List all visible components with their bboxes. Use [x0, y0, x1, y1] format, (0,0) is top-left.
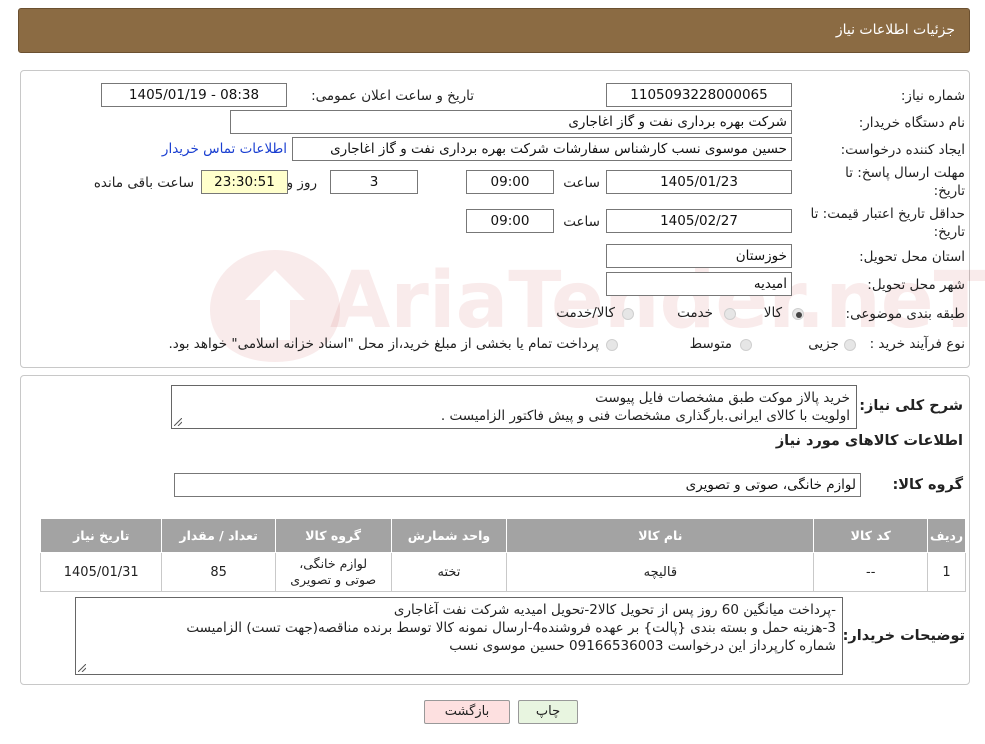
validity-date-field: 1405/02/27 [606, 209, 792, 233]
cell-qty: 85 [161, 552, 276, 592]
category-option-goods: کالا [763, 305, 782, 321]
table-row: 1 -- قالیچه تخته لوازم خانگی، صوتی و تصو… [39, 552, 966, 592]
category-radio-goods[interactable] [792, 308, 804, 320]
city-label: شهر محل تحویل: [867, 277, 965, 293]
province-label: استان محل تحویل: [859, 249, 965, 265]
announce-label: تاریخ و ساعت اعلان عمومی: [311, 88, 474, 104]
goods-group-field: لوازم خانگی، صوتی و تصویری [174, 473, 861, 497]
process-type-label: نوع فرآیند خرید : [869, 336, 965, 352]
goods-table: ردیف کد کالا نام کالا واحد شمارش گروه کا… [39, 518, 966, 592]
process-option-medium: متوسط [689, 336, 732, 352]
col-group: گروه کالا [274, 518, 392, 553]
city-field: امیدیه [606, 272, 792, 296]
cell-group: لوازم خانگی، صوتی و تصویری [274, 552, 392, 592]
need-description-line-1: خرید پالاز موکت طبق مشخصات فایل پیوست [595, 390, 850, 406]
category-option-goods-service: کالا/خدمت [556, 305, 615, 321]
buyer-notes-line-2: 3-هزینه حمل و بسته بندی {پالت} بر عهده ف… [186, 620, 836, 636]
process-option-minor: جزیی [808, 336, 839, 352]
deadline-date-field: 1405/01/23 [606, 170, 792, 194]
resize-grip-icon[interactable] [78, 664, 86, 672]
goods-table-header: ردیف کد کالا نام کالا واحد شمارش گروه کا… [39, 518, 966, 553]
buyer-contact-link[interactable]: اطلاعات تماس خریدار [162, 141, 287, 157]
category-radio-goods-service[interactable] [622, 308, 634, 320]
back-button[interactable]: بازگشت [424, 700, 510, 724]
remaining-label: ساعت باقی مانده [93, 175, 194, 191]
resize-grip-icon[interactable] [174, 418, 182, 426]
validity-time-field: 09:00 [466, 209, 554, 233]
process-treasury-note: پرداخت تمام یا بخشی از مبلغ خرید،از محل … [168, 336, 599, 352]
goods-section-title: اطلاعات کالاهای مورد نیاز [775, 433, 963, 449]
cell-date: 1405/01/31 [39, 552, 163, 592]
category-label: طبقه بندی موضوعی: [845, 306, 965, 322]
col-row: ردیف [927, 518, 966, 553]
print-button[interactable]: چاپ [518, 700, 578, 724]
category-radio-service[interactable] [724, 308, 736, 320]
creator-label: ایجاد کننده درخواست: [840, 142, 965, 158]
col-qty: تعداد / مقدار [161, 518, 276, 553]
need-description-line-2: اولویت با کالای ایرانی.بارگذاری مشخصات ف… [440, 408, 850, 424]
price-validity-label-2: تاریخ: [933, 224, 965, 240]
cell-unit: تخته [390, 552, 508, 592]
col-date: تاریخ نیاز [39, 518, 163, 553]
cell-row: 1 [927, 552, 966, 592]
need-description-textarea[interactable]: خرید پالاز موکت طبق مشخصات فایل پیوست او… [171, 385, 857, 429]
buyer-org-field: شرکت بهره برداری نفت و گاز اغاجاری [230, 110, 792, 134]
deadline-time-label: ساعت [563, 175, 600, 191]
watermark-text: AriaTender.neT [330, 256, 985, 346]
announce-datetime-field: 1405/01/19 - 08:38 [101, 83, 287, 107]
deadline-time-field: 09:00 [466, 170, 554, 194]
days-remaining-field: 3 [330, 170, 418, 194]
need-description-label: شرح کلی نیاز: [859, 398, 963, 414]
goods-group-label: گروه کالا: [892, 477, 963, 493]
process-radio-medium[interactable] [740, 339, 752, 351]
province-field: خوزستان [606, 244, 792, 268]
need-number-field: 1105093228000065 [606, 83, 792, 107]
validity-time-label: ساعت [563, 214, 600, 230]
days-label: روز و [286, 175, 317, 191]
remaining-time-field: 23:30:51 [201, 170, 288, 194]
page-header: جزئیات اطلاعات نیاز [18, 8, 970, 53]
process-radio-minor[interactable] [844, 339, 856, 351]
buyer-notes-line-3: شماره کارپرداز این درخواست 09166536003 ح… [449, 638, 836, 654]
price-validity-label: حداقل تاریخ اعتبار قیمت: تا [810, 206, 965, 222]
need-number-label: شماره نیاز: [900, 88, 965, 104]
cell-code: -- [813, 552, 929, 592]
deadline-label-2: تاریخ: [933, 183, 965, 199]
buyer-notes-line-1: -پرداخت میانگین 60 روز پس از تحویل کالا2… [393, 602, 836, 618]
col-code: کد کالا [813, 518, 929, 553]
deadline-label: مهلت ارسال پاسخ: تا [845, 165, 965, 181]
buyer-notes-textarea[interactable]: -پرداخت میانگین 60 روز پس از تحویل کالا2… [75, 597, 843, 675]
creator-field: حسین موسوی نسب کارشناس سفارشات شرکت بهره… [292, 137, 792, 161]
cell-name: قالیچه [506, 552, 815, 592]
page-title: جزئیات اطلاعات نیاز [835, 22, 955, 38]
category-option-service: خدمت [677, 305, 713, 321]
buyer-notes-label: توضیحات خریدار: [842, 628, 965, 644]
process-radio-treasury[interactable] [606, 339, 618, 351]
col-unit: واحد شمارش [390, 518, 508, 553]
buyer-org-label: نام دستگاه خریدار: [858, 115, 965, 131]
col-name: نام کالا [506, 518, 815, 553]
